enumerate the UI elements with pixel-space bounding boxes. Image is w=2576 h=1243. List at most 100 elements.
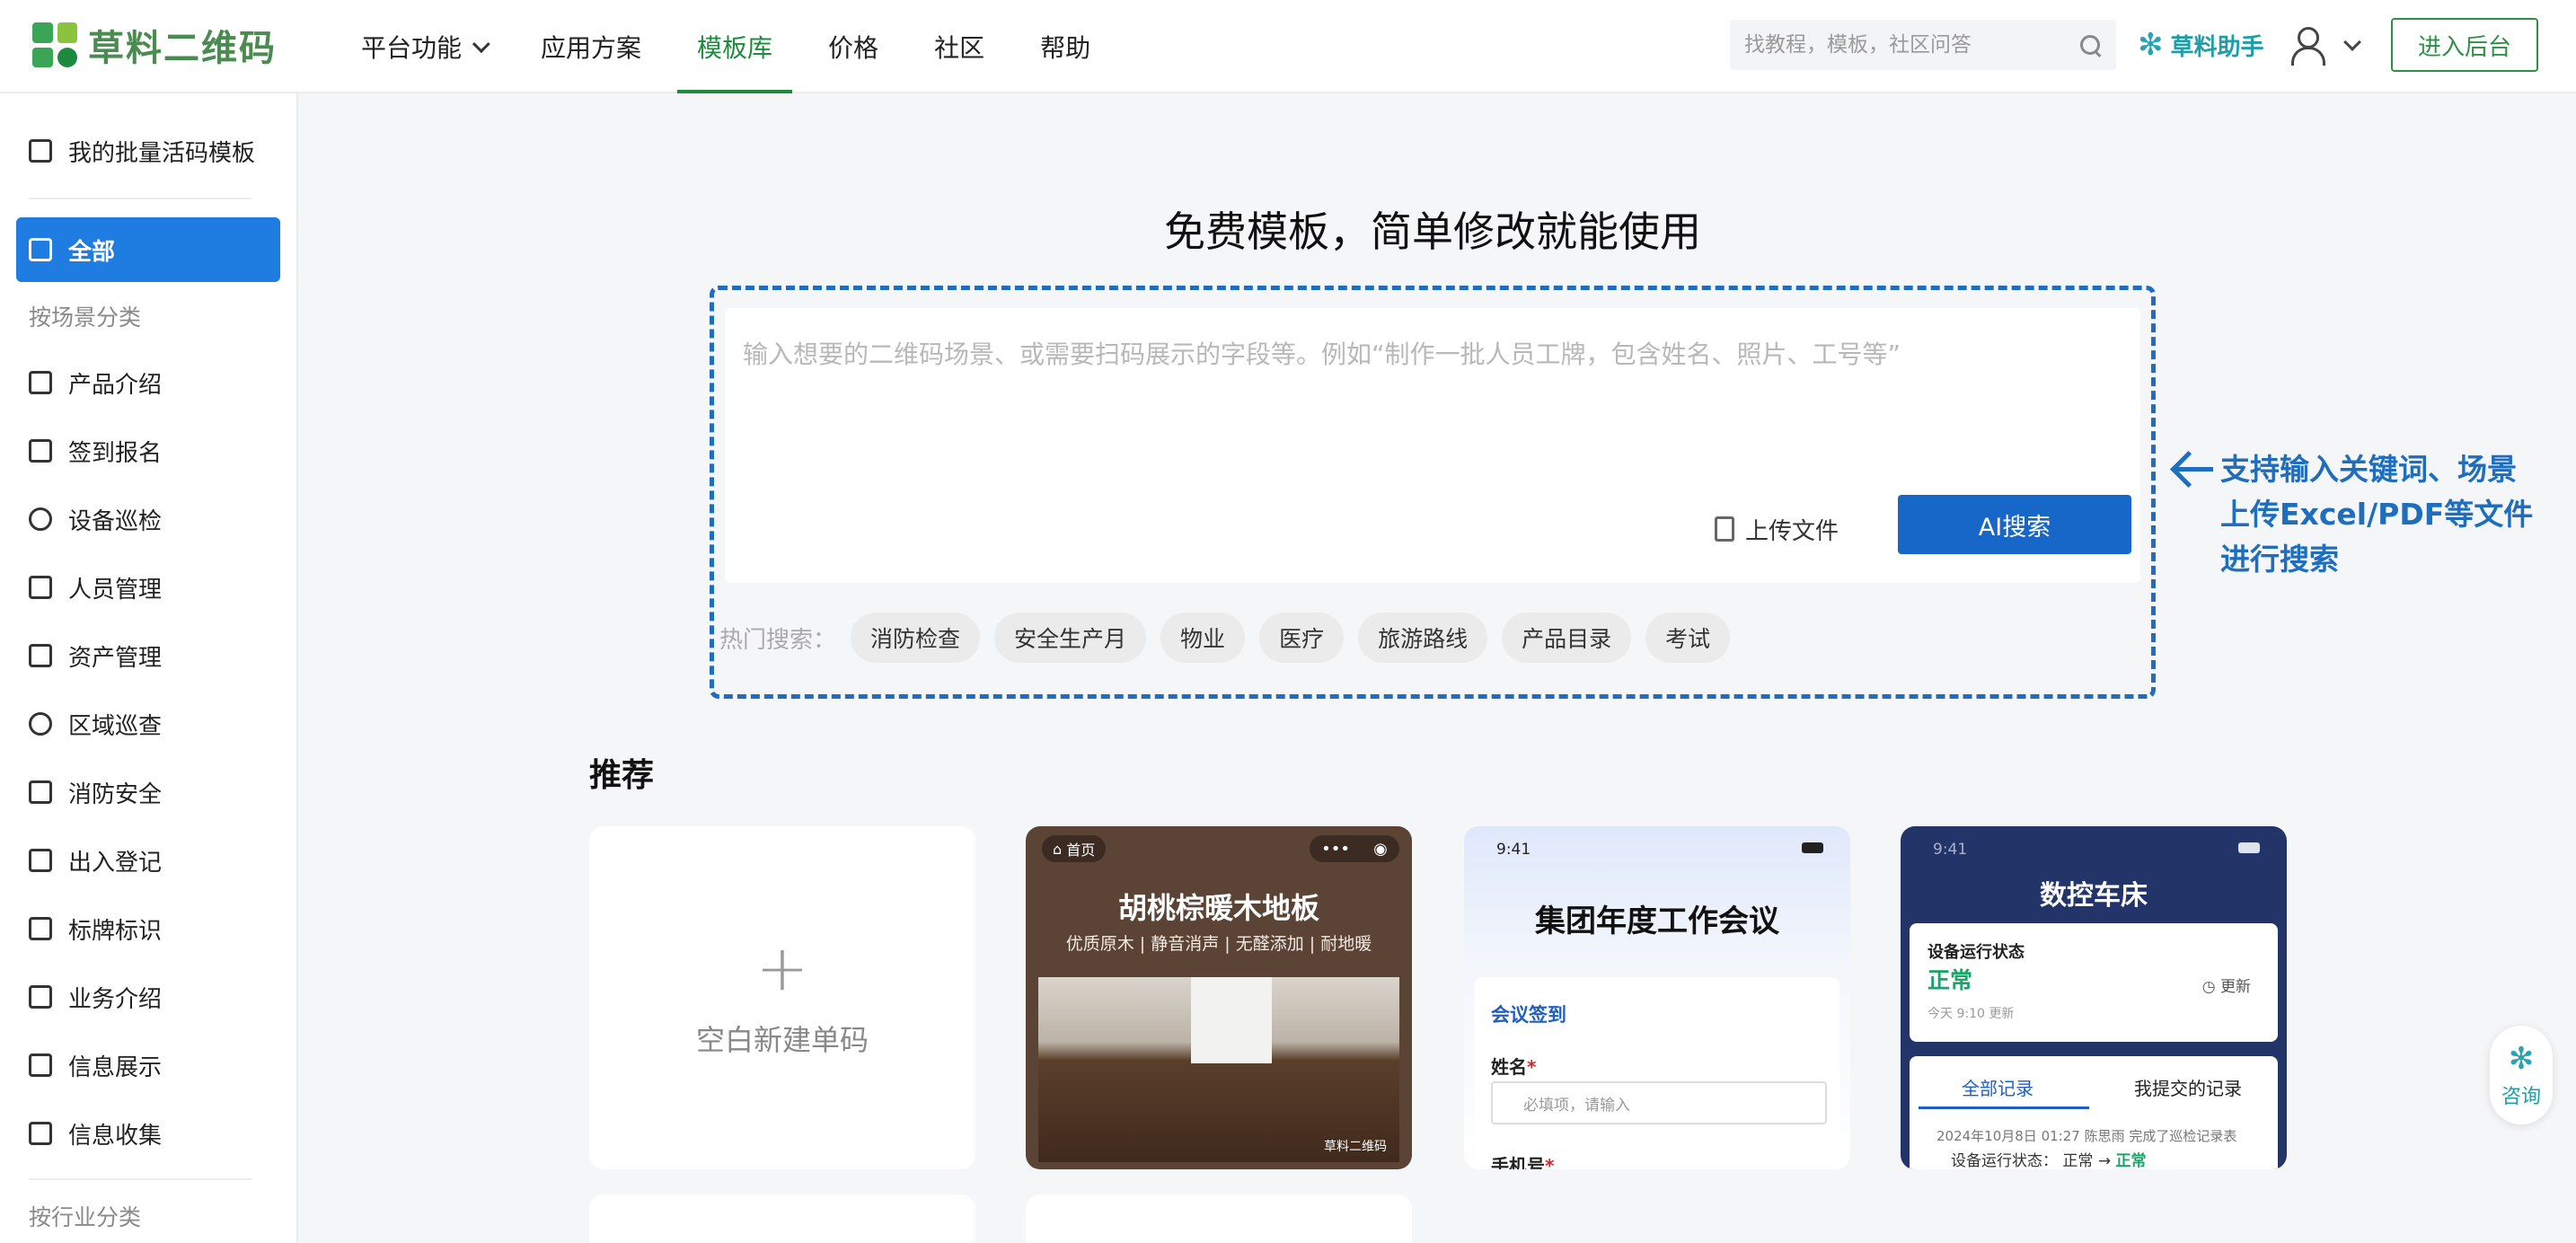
- fire-extinguisher-icon: [29, 780, 52, 804]
- template-card-cnc[interactable]: 9:41 数控车床 设备运行状态 正常 今天 9:10 更新 ◷ 更新 全部记录…: [1901, 826, 2287, 1169]
- template-icon: [29, 139, 52, 163]
- ai-search-button[interactable]: AI搜索: [1898, 495, 2131, 554]
- checklist-icon: [29, 1122, 52, 1145]
- hot-searches: 热门搜索： 消防检查 安全生产月 物业 医疗 旅游路线 产品目录 考试: [719, 612, 1744, 664]
- ai-search-input[interactable]: [743, 335, 2108, 470]
- template-card-partial[interactable]: [1026, 1195, 1412, 1243]
- logo[interactable]: 草料二维码: [32, 22, 277, 69]
- sidebar-item-my-templates[interactable]: 我的批量活码模板: [16, 119, 280, 183]
- template-card-meeting[interactable]: 9:41 集团年度工作会议 会议签到 姓名* 必填项，请输入 手机号*: [1464, 826, 1850, 1169]
- status-panel: 设备运行状态 正常 今天 9:10 更新 ◷ 更新: [1910, 923, 2278, 1042]
- sidebar: 我的批量活码模板 全部 按场景分类 产品介绍 签到报名 设备巡检 人员管理 资产…: [0, 93, 298, 1243]
- sidebar-item-info-display[interactable]: 信息展示: [16, 1033, 280, 1098]
- sidebar-item-label: 全部: [68, 238, 116, 266]
- card-title: 集团年度工作会议: [1535, 904, 1779, 939]
- more-icon: •••: [1321, 839, 1350, 859]
- hot-tag-exam[interactable]: 考试: [1645, 613, 1731, 663]
- sidebar-item-signin[interactable]: 签到报名: [16, 419, 280, 483]
- nav-label: 社区: [934, 33, 985, 63]
- nav-label: 价格: [828, 33, 879, 63]
- hot-tag-medical[interactable]: 医疗: [1259, 613, 1345, 663]
- refresh-icon: ◷: [2201, 978, 2220, 996]
- page-title: 免费模板，简单修改就能使用: [1164, 207, 1701, 256]
- sidebar-item-product-intro[interactable]: 产品介绍: [16, 350, 280, 415]
- sidebar-item-signage[interactable]: 标牌标识: [16, 896, 280, 961]
- home-pill: ⌂ 首页: [1042, 835, 1107, 862]
- form-section-title: 会议签到: [1491, 1004, 1566, 1026]
- sidebar-item-label: 签到报名: [68, 439, 163, 467]
- sidebar-item-label: 消防安全: [68, 780, 163, 808]
- sidebar-item-asset-management[interactable]: 资产管理: [16, 623, 280, 688]
- template-card-partial[interactable]: [589, 1195, 975, 1243]
- miniapp-capsule: ••• ◉: [1310, 835, 1399, 862]
- display-icon: [29, 1053, 52, 1077]
- nav-pricing[interactable]: 价格: [808, 0, 898, 93]
- phone-time: 9:41: [1933, 841, 1968, 859]
- name-placeholder: 必填项，请输入: [1523, 1096, 1630, 1115]
- nav-platform-features[interactable]: 平台功能: [341, 0, 505, 93]
- pinwheel-icon: ✻: [2508, 1041, 2535, 1077]
- hot-tag-travel-route[interactable]: 旅游路线: [1358, 613, 1488, 663]
- assistant-link[interactable]: ✻ 草料助手: [2138, 25, 2264, 65]
- name-label-text: 姓名: [1491, 1056, 1527, 1078]
- battery-icon: [2188, 842, 2260, 855]
- sidebar-item-entry-registration[interactable]: 出入登记: [16, 828, 280, 893]
- ai-search-panel: 上传文件 AI搜索 热门搜索： 消防检查 安全生产月 物业 医疗 旅游路线 产品…: [710, 286, 2156, 699]
- building-icon: [29, 985, 52, 1009]
- template-card-floor[interactable]: ⌂ 首页 ••• ◉ 胡桃棕暖木地板 优质原木 | 静音消声 | 无醛添加 | 耐…: [1026, 826, 1412, 1169]
- sidebar-divider: [29, 1178, 251, 1180]
- header-search: [1730, 20, 2116, 70]
- sidebar-item-area-patrol[interactable]: 区域巡查: [16, 692, 280, 756]
- card-title: 数控车床: [2040, 880, 2148, 912]
- nav-community[interactable]: 社区: [914, 0, 1004, 93]
- chevron-down-icon: [472, 35, 490, 54]
- chevron-down-icon[interactable]: [2343, 33, 2361, 51]
- annotation-note: 支持输入关键词、场景 上传Excel/PDF等文件 进行搜索: [2220, 447, 2533, 582]
- tag-icon: [29, 917, 52, 940]
- nav-solutions[interactable]: 应用方案: [521, 0, 661, 93]
- top-header: 草料二维码 平台功能 应用方案 模板库 价格 社区 帮助 ✻ 草料助手 进入后台: [0, 0, 2576, 93]
- plus-icon: +: [755, 931, 809, 1005]
- nav-help[interactable]: 帮助: [1020, 0, 1110, 93]
- sidebar-item-info-collection[interactable]: 信息收集: [16, 1101, 280, 1166]
- upload-file-button[interactable]: 上传文件: [1715, 509, 1839, 549]
- meeting-form: 会议签到 姓名* 必填项，请输入 手机号*: [1475, 977, 1839, 1169]
- search-textarea-box: 上传文件 AI搜索: [725, 308, 2140, 583]
- logo-text: 草料二维码: [88, 28, 277, 69]
- nav-label: 帮助: [1040, 33, 1091, 63]
- home-label: 首页: [1066, 842, 1096, 859]
- sidebar-item-label: 信息收集: [68, 1122, 163, 1150]
- user-icon[interactable]: [2289, 25, 2325, 66]
- records-panel: 全部记录 我提交的记录 2024年10月8日 01:27 陈思雨 完成了巡检记录…: [1910, 1056, 2278, 1169]
- sidebar-item-all[interactable]: 全部: [16, 217, 280, 282]
- record-from: 正常: [2062, 1152, 2094, 1169]
- record-label: 设备运行状态：: [1951, 1152, 2058, 1169]
- door-icon: [29, 849, 52, 872]
- location-icon: [29, 507, 52, 531]
- hot-tag-product-catalog[interactable]: 产品目录: [1502, 613, 1632, 663]
- nav-template-library[interactable]: 模板库: [677, 0, 793, 93]
- sidebar-item-label: 区域巡查: [68, 712, 163, 740]
- file-upload-icon: [1715, 516, 1734, 542]
- blank-template-card[interactable]: + 空白新建单码: [589, 826, 975, 1169]
- sidebar-section-industry: 按行业分类: [29, 1204, 142, 1230]
- floor-photo: 草料二维码: [1038, 977, 1399, 1162]
- enter-dashboard-button[interactable]: 进入后台: [2391, 18, 2538, 72]
- card-title: 胡桃棕暖木地板: [1117, 891, 1319, 925]
- sidebar-item-business-intro[interactable]: 业务介绍: [16, 965, 280, 1029]
- search-icon[interactable]: [2078, 33, 2102, 57]
- consult-label: 咨询: [2501, 1086, 2541, 1108]
- annotation-line: 支持输入关键词、场景: [2220, 452, 2517, 487]
- sidebar-item-staff-management[interactable]: 人员管理: [16, 555, 280, 620]
- nav-label: 平台功能: [361, 33, 463, 63]
- hot-tag-safety-month[interactable]: 安全生产月: [994, 613, 1147, 663]
- person-card-icon: [29, 576, 52, 599]
- sidebar-item-label: 业务介绍: [68, 985, 163, 1013]
- hot-tag-property[interactable]: 物业: [1160, 613, 1246, 663]
- search-input[interactable]: [1744, 33, 2078, 57]
- sidebar-item-fire-safety[interactable]: 消防安全: [16, 760, 280, 824]
- sidebar-item-equipment-inspection[interactable]: 设备巡检: [16, 487, 280, 551]
- consult-button[interactable]: ✻ 咨询: [2490, 1026, 2553, 1124]
- hot-tag-fire-check[interactable]: 消防检查: [851, 613, 981, 663]
- tab-indicator: [1919, 1106, 2089, 1109]
